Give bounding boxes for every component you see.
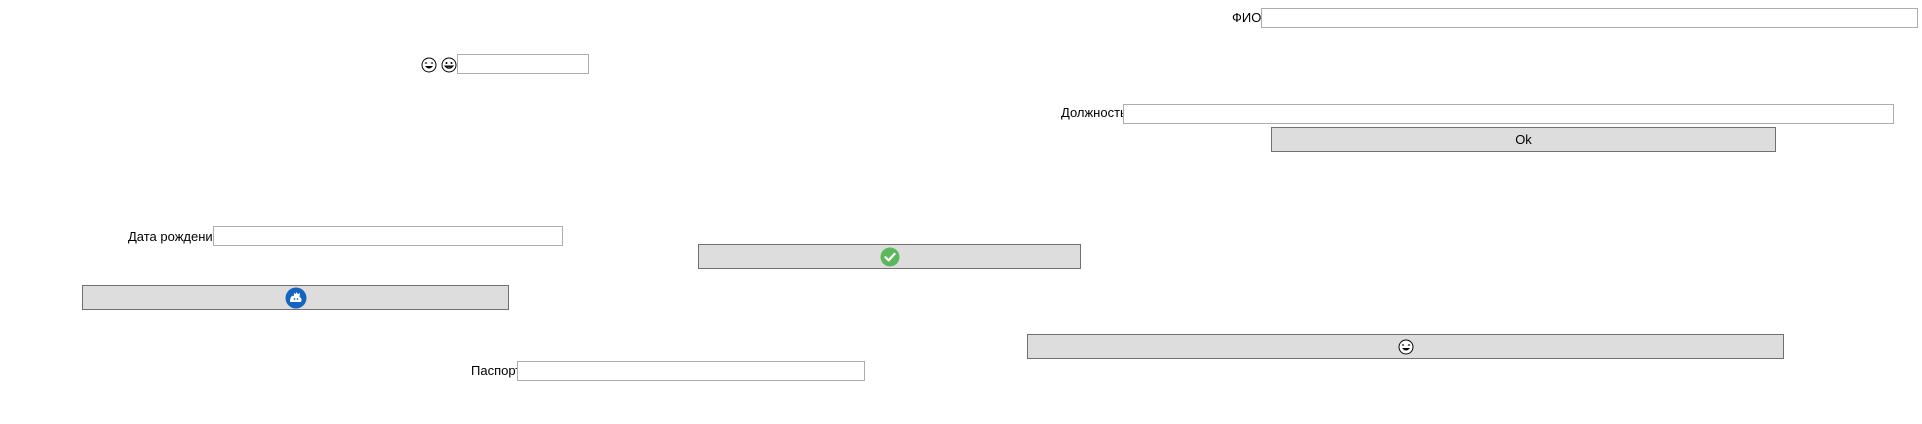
fio-label: ФИО xyxy=(1232,10,1262,25)
birthdate-input[interactable] xyxy=(213,226,563,246)
position-label: Должность xyxy=(1061,105,1127,120)
badge-button[interactable] xyxy=(82,285,509,310)
emoji-button[interactable] xyxy=(1027,334,1784,359)
grinning-face-icon xyxy=(441,56,457,73)
birthdate-label: Дата рождения xyxy=(128,229,220,244)
fio-input[interactable] xyxy=(1261,8,1918,28)
blue-badge-icon xyxy=(285,287,307,309)
passport-label: Паспорт xyxy=(471,363,522,378)
ok-button[interactable]: Ok xyxy=(1271,127,1776,152)
check-circle-icon xyxy=(880,247,900,267)
small-input[interactable] xyxy=(457,54,589,74)
passport-input[interactable] xyxy=(517,361,865,381)
position-input[interactable] xyxy=(1123,104,1894,124)
laughing-face-icon xyxy=(1398,339,1414,355)
laughing-face-icon xyxy=(421,56,437,73)
check-button[interactable] xyxy=(698,244,1081,269)
